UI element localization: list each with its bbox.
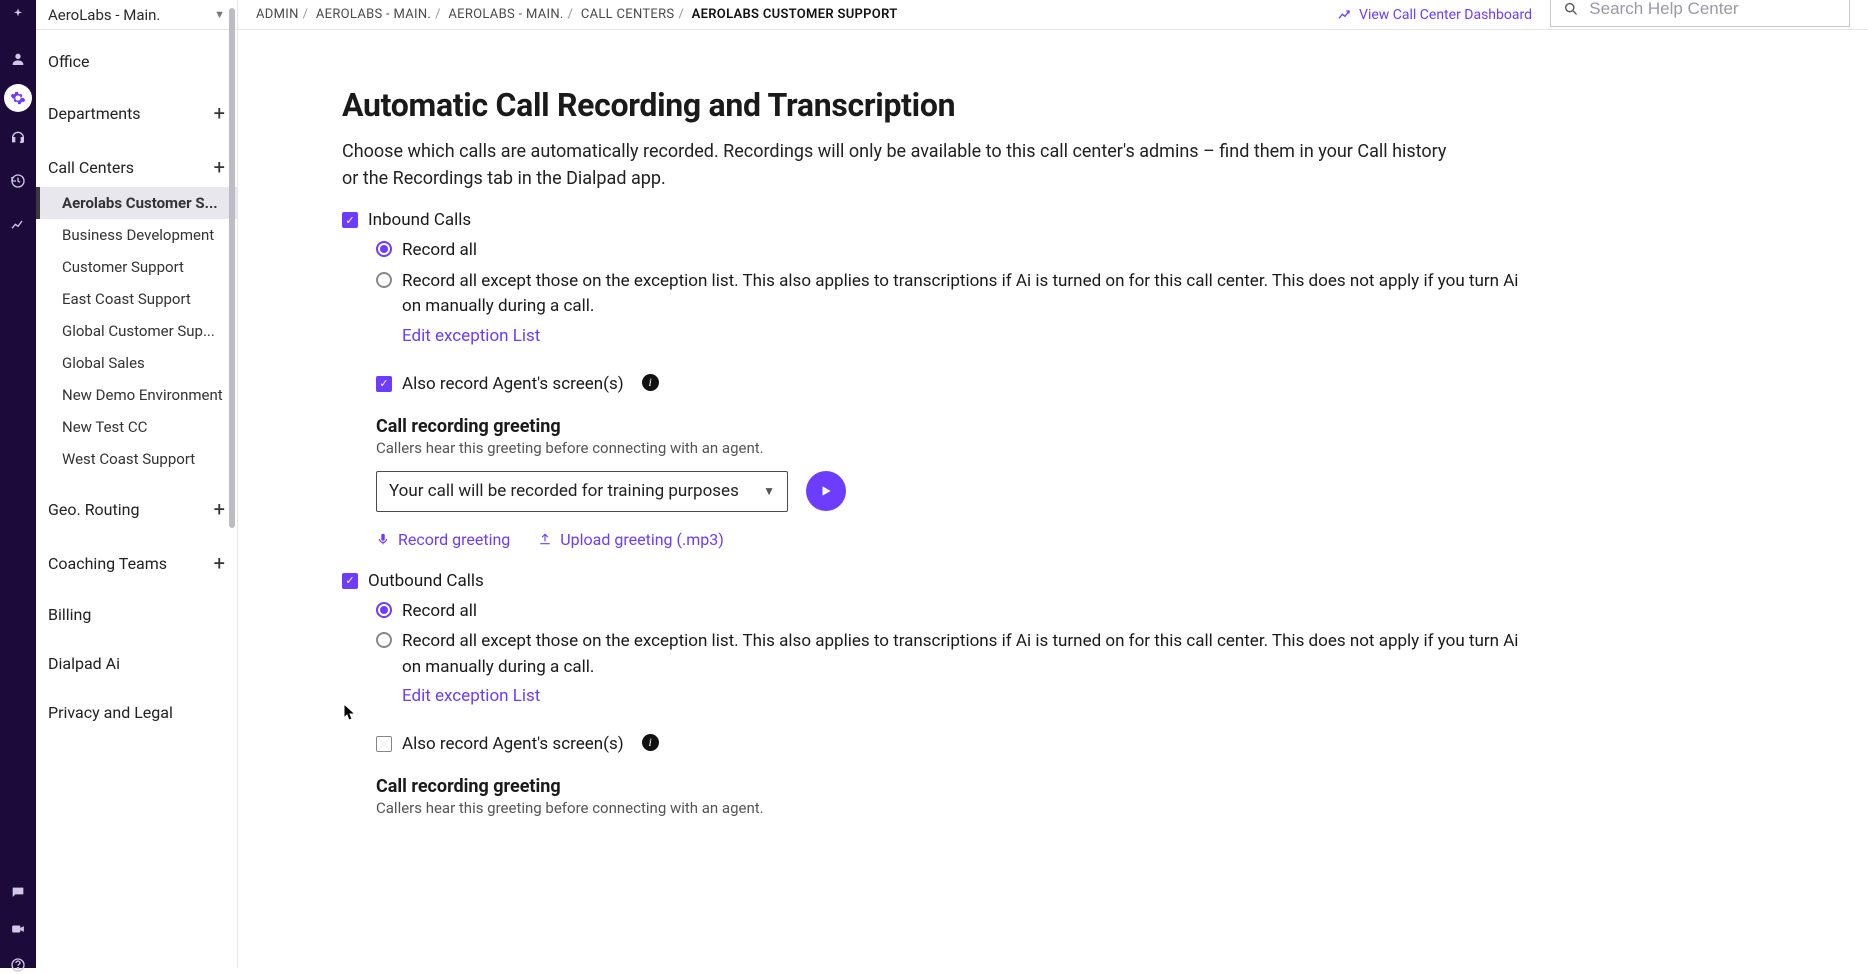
sidebar-item-new-test[interactable]: New Test CC [36, 411, 237, 443]
outbound-record-except-label: Record all except those on the exception… [402, 629, 1536, 680]
chevron-down-icon: ▼ [763, 484, 775, 498]
sidebar-item-global-sales[interactable]: Global Sales [36, 347, 237, 379]
sidebar-scrollbar[interactable] [229, 8, 235, 528]
sidebar: AeroLabs - Main. ▼ Office Departments+ C… [36, 0, 238, 968]
inbound-record-except-radio[interactable] [376, 272, 392, 288]
sidebar-item-new-demo[interactable]: New Demo Environment [36, 379, 237, 411]
outbound-also-screen-checkbox[interactable] [376, 736, 392, 752]
help-icon[interactable] [9, 956, 27, 974]
inbound-greeting-select[interactable]: Your call will be recorded for training … [376, 471, 788, 512]
sidebar-billing[interactable]: Billing [36, 583, 237, 632]
inbound-greeting-desc: Callers hear this greeting before connec… [376, 439, 1868, 457]
inbound-play-button[interactable] [806, 471, 846, 511]
outbound-also-screen-label: Also record Agent's screen(s) [402, 734, 624, 754]
page-lead: Choose which calls are automatically rec… [342, 138, 1467, 192]
crumb-callcenters[interactable]: CALL CENTERS [581, 7, 675, 22]
sidebar-departments[interactable]: Departments+ [36, 79, 237, 133]
sidebar-dialpad-ai[interactable]: Dialpad Ai [36, 632, 237, 681]
inbound-also-screen-label: Also record Agent's screen(s) [402, 374, 624, 394]
info-icon[interactable]: i [642, 374, 659, 391]
sidebar-coaching[interactable]: Coaching Teams+ [36, 529, 237, 583]
sidebar-item-east[interactable]: East Coast Support [36, 283, 237, 315]
search-help[interactable] [1550, 0, 1850, 27]
org-selected: AeroLabs - Main. [48, 6, 160, 24]
gear-icon-active[interactable] [4, 84, 32, 112]
org-selector[interactable]: AeroLabs - Main. ▼ [36, 0, 237, 30]
crumb-admin[interactable]: ADMIN [256, 7, 299, 22]
info-icon[interactable]: i [642, 734, 659, 751]
mouse-cursor [343, 703, 357, 721]
outbound-greeting-heading: Call recording greeting [376, 776, 1868, 797]
plus-icon[interactable]: + [214, 155, 225, 179]
mic-icon [376, 532, 390, 546]
sidebar-office[interactable]: Office [36, 30, 237, 79]
sidebar-item-west[interactable]: West Coast Support [36, 443, 237, 475]
sidebar-privacy[interactable]: Privacy and Legal [36, 681, 237, 730]
plus-icon[interactable]: + [214, 101, 225, 125]
trend-icon [1337, 7, 1353, 23]
plus-icon[interactable]: + [214, 497, 225, 521]
person-icon[interactable] [9, 50, 27, 68]
dashboard-link-label: View Call Center Dashboard [1359, 7, 1532, 23]
sparkle-icon[interactable] [9, 6, 27, 24]
sidebar-item-bizdev[interactable]: Business Development [36, 219, 237, 251]
outbound-record-all-label: Record all [402, 599, 477, 625]
outbound-record-except-radio[interactable] [376, 632, 392, 648]
topbar: ADMIN/ AEROLABS - MAIN./ AEROLABS - MAIN… [238, 0, 1868, 30]
inbound-record-all-radio[interactable] [376, 241, 392, 257]
breadcrumb: ADMIN/ AEROLABS - MAIN./ AEROLABS - MAIN… [256, 7, 898, 22]
video-icon[interactable] [9, 920, 27, 938]
inbound-record-all-label: Record all [402, 238, 477, 264]
analytics-icon[interactable] [9, 216, 27, 234]
outbound-edit-exception-link[interactable]: Edit exception List [402, 686, 540, 706]
search-input[interactable] [1589, 0, 1837, 19]
outbound-greeting-desc: Callers hear this greeting before connec… [376, 799, 1868, 817]
crumb-org2[interactable]: AEROLABS - MAIN. [448, 7, 563, 22]
icon-rail [0, 0, 36, 968]
chat-icon[interactable] [9, 884, 27, 902]
upload-icon [538, 532, 552, 546]
headset-icon[interactable] [9, 128, 27, 146]
main: ADMIN/ AEROLABS - MAIN./ AEROLABS - MAIN… [238, 0, 1868, 968]
inbound-greeting-value: Your call will be recorded for training … [389, 481, 739, 501]
upload-greeting-button[interactable]: Upload greeting (.mp3) [538, 530, 723, 549]
sidebar-item-cs[interactable]: Customer Support [36, 251, 237, 283]
history-icon[interactable] [9, 172, 27, 190]
inbound-checkbox[interactable] [342, 212, 358, 228]
crumb-org1[interactable]: AEROLABS - MAIN. [316, 7, 431, 22]
sidebar-item-global-cs[interactable]: Global Customer Sup... [36, 315, 237, 347]
outbound-label: Outbound Calls [368, 571, 484, 591]
view-dashboard-link[interactable]: View Call Center Dashboard [1337, 7, 1532, 23]
sidebar-georouting[interactable]: Geo. Routing+ [36, 475, 237, 529]
inbound-edit-exception-link[interactable]: Edit exception List [402, 326, 540, 346]
outbound-record-all-radio[interactable] [376, 602, 392, 618]
search-icon [1563, 0, 1579, 18]
sidebar-item-aerolabs-cs[interactable]: Aerolabs Customer S... [36, 187, 237, 219]
inbound-label: Inbound Calls [368, 210, 471, 230]
chevron-down-icon: ▼ [214, 8, 225, 21]
page-title: Automatic Call Recording and Transcripti… [342, 86, 1868, 124]
plus-icon[interactable]: + [214, 551, 225, 575]
sidebar-callcenters[interactable]: Call Centers+ [36, 133, 237, 187]
inbound-greeting-heading: Call recording greeting [376, 416, 1868, 437]
inbound-also-screen-checkbox[interactable] [376, 376, 392, 392]
content: + Add an Email Address Automatic Call Re… [238, 30, 1868, 968]
outbound-checkbox[interactable] [342, 573, 358, 589]
play-icon [819, 484, 833, 498]
crumb-current: AEROLABS CUSTOMER SUPPORT [692, 7, 898, 22]
inbound-record-except-label: Record all except those on the exception… [402, 269, 1536, 320]
record-greeting-button[interactable]: Record greeting [376, 530, 510, 549]
